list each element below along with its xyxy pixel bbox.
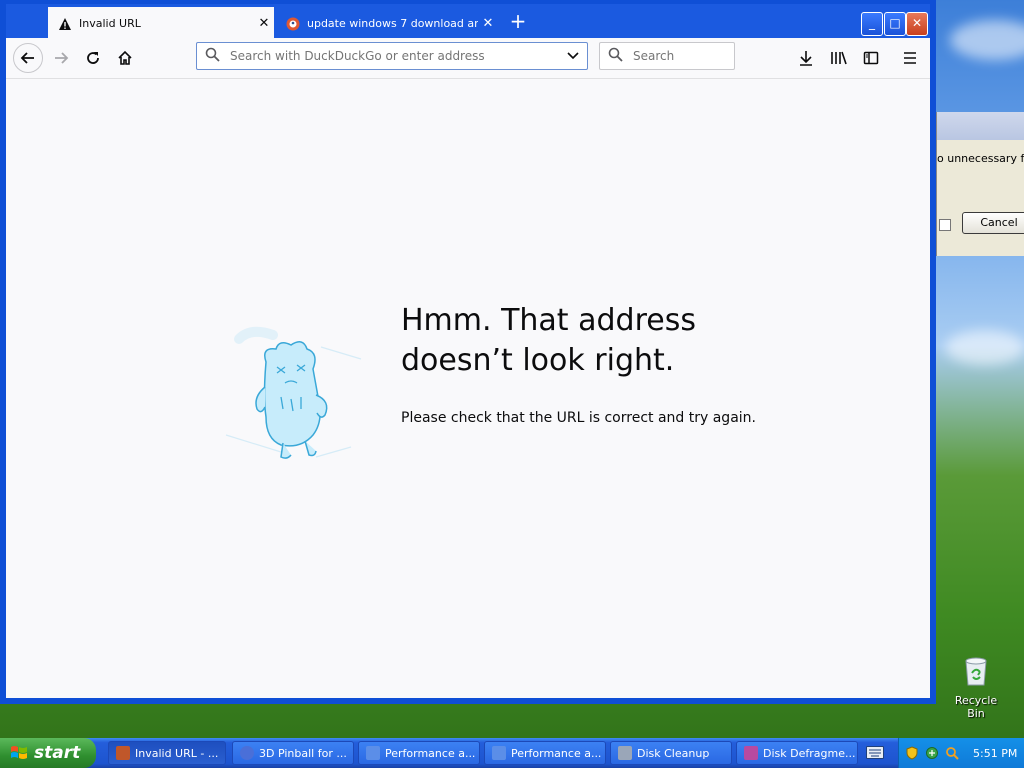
close-window-button[interactable]: ✕ xyxy=(906,12,928,36)
home-icon xyxy=(118,50,132,65)
maximize-button[interactable]: □ xyxy=(884,12,906,36)
tab-label: update windows 7 download and i xyxy=(307,17,478,30)
error-page: Hmm. That address doesn’t look right. Pl… xyxy=(6,79,930,698)
search-icon xyxy=(205,47,220,65)
reload-icon xyxy=(87,52,99,64)
dialog-cancel-button[interactable]: Cancel xyxy=(962,212,1024,234)
taskbar: start Invalid URL - ... 3D Pinball for .… xyxy=(0,738,1024,768)
taskbar-item-firefox[interactable]: Invalid URL - ... xyxy=(108,741,226,765)
taskbar-item-performance-1[interactable]: Performance a... xyxy=(358,741,480,765)
forward-arrow-icon xyxy=(55,52,69,64)
windows-flag-icon xyxy=(11,746,27,759)
library-icon xyxy=(831,51,847,65)
disk-defragmenter-icon xyxy=(744,746,758,760)
error-title: Hmm. That address doesn’t look right. xyxy=(401,301,696,381)
sidebar-icon xyxy=(863,51,879,65)
security-shield-icon[interactable] xyxy=(905,746,919,760)
recycle-bin-icon xyxy=(965,657,987,686)
performance-icon xyxy=(492,746,506,760)
download-icon xyxy=(800,51,812,66)
taskbar-item-performance-2[interactable]: Performance a... xyxy=(484,741,606,765)
error-message: Please check that the URL is correct and… xyxy=(401,410,756,426)
reload-button[interactable] xyxy=(79,44,107,72)
hamburger-menu-icon xyxy=(904,52,916,64)
error-title-line: Hmm. That address xyxy=(401,303,696,338)
confused-mascot-illustration xyxy=(225,326,362,459)
system-tray: 5:51 PM xyxy=(898,738,1024,768)
start-button[interactable]: start xyxy=(0,738,96,768)
taskbar-item-disk-defragmenter[interactable]: Disk Defragme... xyxy=(736,741,858,765)
dialog-titlebar xyxy=(937,112,1024,140)
taskbar-item-pinball[interactable]: 3D Pinball for ... xyxy=(232,741,354,765)
browser-window: Invalid URL ✕ update windows 7 download … xyxy=(0,0,936,704)
close-tab-icon[interactable]: ✕ xyxy=(478,16,498,31)
search-icon[interactable] xyxy=(945,746,959,760)
back-button[interactable] xyxy=(13,43,43,73)
tab-invalid-url[interactable]: Invalid URL ✕ xyxy=(48,7,274,40)
taskbar-item-label: Performance a... xyxy=(511,746,602,760)
forward-button[interactable] xyxy=(47,44,75,72)
cloud xyxy=(945,330,1024,365)
background-dialog: o unnecessary files Cancel xyxy=(936,112,1024,256)
start-label: start xyxy=(34,743,81,763)
taskbar-item-label: 3D Pinball for ... xyxy=(259,746,347,760)
warning-icon xyxy=(58,17,72,31)
clock: 5:51 PM xyxy=(973,746,1018,760)
keyboard-icon[interactable] xyxy=(866,746,884,759)
search-input[interactable] xyxy=(631,48,785,64)
close-tab-icon[interactable]: ✕ xyxy=(254,16,274,31)
dialog-text: o unnecessary files xyxy=(937,152,1024,165)
tab-label: Invalid URL xyxy=(79,17,141,30)
performance-icon xyxy=(366,746,380,760)
error-title-line: doesn’t look right. xyxy=(401,343,675,378)
pinball-icon xyxy=(240,746,254,760)
menu-button[interactable] xyxy=(896,44,924,72)
nav-toolbar xyxy=(6,38,930,79)
downloads-button[interactable] xyxy=(792,44,820,72)
dialog-checkbox[interactable] xyxy=(939,219,951,231)
chevron-down-icon[interactable] xyxy=(559,52,587,60)
cloud xyxy=(950,20,1024,60)
taskbar-item-disk-cleanup[interactable]: Disk Cleanup xyxy=(610,741,732,765)
sidebar-button[interactable] xyxy=(857,44,885,72)
tab-duckduckgo-search[interactable]: update windows 7 download and i ✕ xyxy=(276,7,498,40)
search-bar[interactable] xyxy=(599,42,785,70)
search-icon xyxy=(608,47,623,65)
disk-cleanup-icon xyxy=(618,746,632,760)
tab-bar: Invalid URL ✕ update windows 7 download … xyxy=(6,4,930,40)
recycle-bin-label: Recycle Bin xyxy=(954,694,998,720)
recycle-bin-shortcut[interactable]: Recycle Bin xyxy=(946,655,1006,720)
url-input[interactable] xyxy=(228,48,559,64)
address-bar[interactable] xyxy=(196,42,588,70)
duckduckgo-icon xyxy=(286,17,300,31)
new-tab-button[interactable]: + xyxy=(504,9,532,33)
home-button[interactable] xyxy=(111,44,139,72)
taskbar-item-label: Disk Cleanup xyxy=(637,746,710,760)
network-icon[interactable] xyxy=(925,746,939,760)
firefox-icon xyxy=(116,746,130,760)
library-button[interactable] xyxy=(825,44,853,72)
minimize-button[interactable]: _ xyxy=(861,12,883,36)
back-arrow-icon xyxy=(20,52,34,64)
taskbar-item-label: Performance a... xyxy=(385,746,476,760)
taskbar-item-label: Invalid URL - ... xyxy=(135,746,219,760)
taskbar-item-label: Disk Defragme... xyxy=(763,746,856,760)
